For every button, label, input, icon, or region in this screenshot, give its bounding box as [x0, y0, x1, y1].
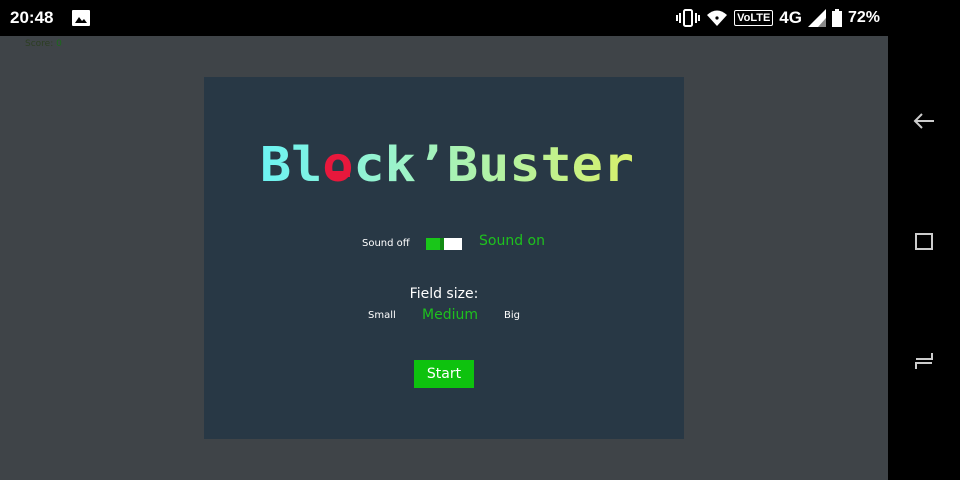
sound-on-label[interactable]: Sound on [479, 233, 545, 249]
sound-toggle[interactable] [426, 238, 462, 250]
field-size-small[interactable]: Small [368, 310, 396, 321]
home-icon[interactable] [912, 349, 936, 373]
logo-part-o: o [322, 137, 353, 193]
game-logo: Block’Buster [260, 137, 634, 193]
sound-off-label[interactable]: Sound off [362, 238, 410, 249]
status-icons: VoLTE 4G 72% [676, 7, 880, 29]
battery-percent: 72% [847, 9, 880, 26]
score-label: Score: [25, 39, 54, 49]
back-icon[interactable] [912, 109, 936, 133]
start-button[interactable]: Start [414, 360, 474, 388]
svg-text:Block’Buster: Block’Buster [260, 137, 634, 193]
logo-block-accent [328, 171, 350, 177]
score-display: Score: 0 [25, 39, 62, 49]
score-value: 0 [56, 39, 62, 49]
field-size-big[interactable]: Big [504, 310, 520, 321]
field-size-medium[interactable]: Medium [422, 307, 478, 323]
sound-row: Sound off Sound on [204, 233, 684, 257]
network-type: 4G [779, 8, 802, 27]
status-bar: 20:48 VoLTE 4G 72% [0, 0, 888, 36]
logo-part-apostrophe: ’ [416, 137, 447, 193]
wifi-icon [707, 10, 728, 26]
field-size-title: Field size: [409, 286, 479, 302]
signal-icon [807, 9, 826, 27]
recents-icon[interactable] [912, 229, 936, 253]
battery-icon [831, 9, 842, 27]
volte-badge: VoLTE [734, 10, 774, 26]
vibrate-icon [676, 9, 701, 27]
game-screen: Score: 0 Block’Buster Sound off Sound on… [0, 36, 888, 480]
menu-panel: Block’Buster Sound off Sound on Field si… [204, 77, 684, 439]
sound-toggle-knob [440, 238, 444, 250]
gallery-icon [72, 10, 90, 26]
logo-part-buster: Buster [447, 137, 634, 193]
status-time: 20:48 [10, 8, 54, 27]
logo-part-ck: ck [354, 137, 416, 193]
navigation-bar [888, 0, 960, 480]
logo-part-bl: Bl [260, 137, 322, 193]
